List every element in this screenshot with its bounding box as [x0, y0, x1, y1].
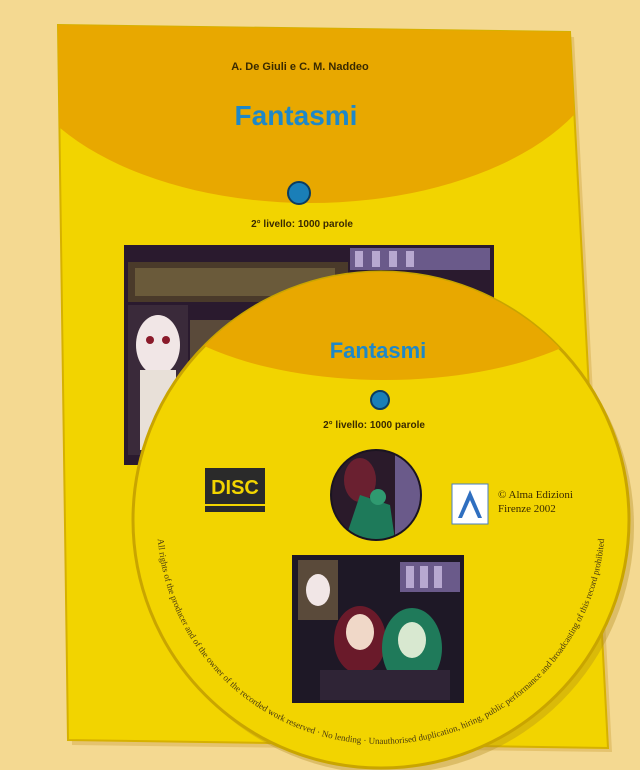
- book-title: Fantasmi: [235, 100, 358, 131]
- svg-text:DISC: DISC: [211, 477, 259, 499]
- alma-logo: [451, 483, 489, 525]
- book-authors: A. De Giuli e C. M. Naddeo: [231, 61, 369, 73]
- cd-title: Fantasmi: [330, 338, 427, 363]
- book-level: 2° livello: 1000 parole: [251, 219, 353, 230]
- level-dot: [287, 181, 311, 205]
- product-image: A. De Giuli e C. M. Naddeo Fantasmi 2° l…: [0, 0, 640, 770]
- cd-publisher-line2: Firenze 2002: [498, 503, 556, 515]
- cd-publisher-line1: © Alma Edizioni: [498, 489, 573, 501]
- cd-level-dot: [370, 390, 390, 410]
- cd-level: 2° livello: 1000 parole: [323, 420, 425, 431]
- cd-illustration: [292, 555, 464, 703]
